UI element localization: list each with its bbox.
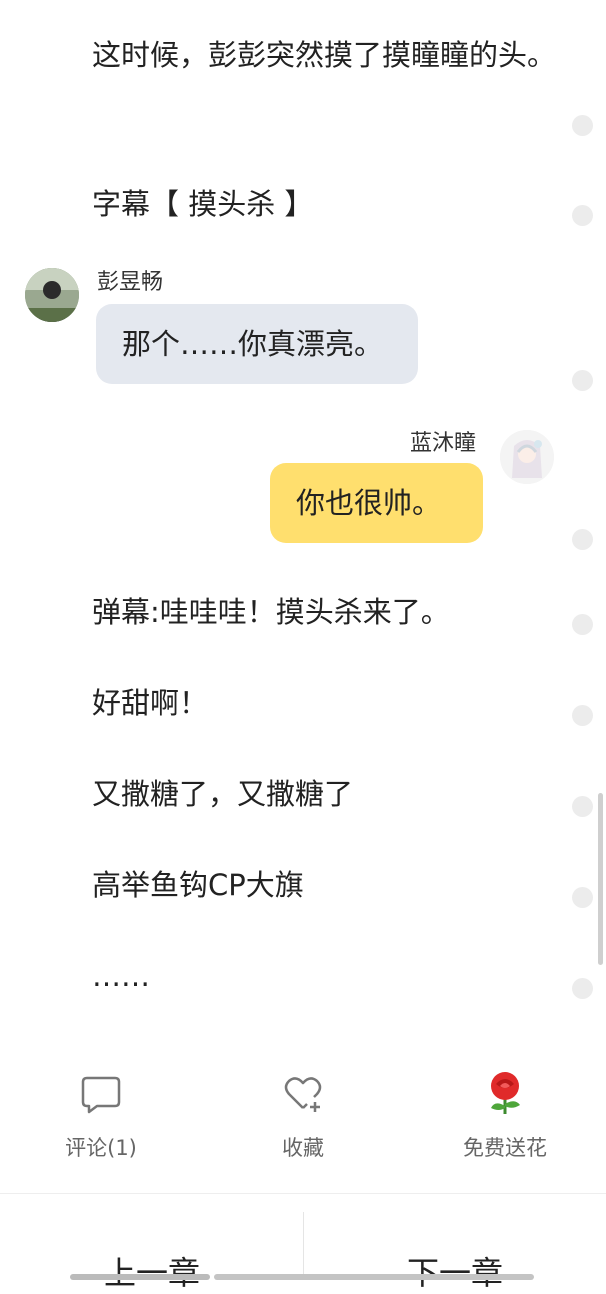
divider (303, 1212, 304, 1280)
story-line: 高举鱼钩CP大旗 (92, 868, 304, 902)
prev-chapter-button[interactable]: 上一章 (52, 1248, 252, 1294)
paragraph-comment-dot[interactable] (572, 887, 593, 908)
paragraph-comment-dot[interactable] (572, 705, 593, 726)
paragraph-comment-dot[interactable] (572, 978, 593, 999)
avatar[interactable] (25, 268, 79, 322)
paragraph-comment-dot[interactable] (572, 370, 593, 391)
avatar-photo-icon (25, 268, 79, 322)
paragraph-comment-dot[interactable] (572, 614, 593, 635)
paragraph-comment-dot[interactable] (572, 205, 593, 226)
story-line: 好甜啊！ (92, 686, 209, 720)
avatar-illustration-icon (500, 430, 554, 484)
scrollbar[interactable] (598, 793, 603, 965)
comment-label: 评论(1) (65, 1136, 137, 1160)
paragraph-comment-dot[interactable] (572, 529, 593, 550)
favorite-label: 收藏 (282, 1136, 324, 1160)
heart-plus-icon (284, 1077, 322, 1112)
story-line: 弹幕:哇哇哇！摸头杀来了。 (92, 595, 450, 629)
next-chapter-button[interactable]: 下一章 (355, 1248, 555, 1294)
rose-icon (491, 1072, 520, 1114)
story-paragraph: 这时候，彭彭突然摸了摸瞳瞳的头。 (92, 38, 557, 72)
story-line: 又撒糖了，又撒糖了 (92, 777, 354, 811)
avatar[interactable] (500, 430, 554, 484)
nav-indicator (70, 1274, 210, 1280)
chat-sender-name: 彭昱畅 (97, 270, 164, 295)
speech-bubble-icon (81, 1076, 121, 1114)
chat-sender-name: 蓝沐瞳 (410, 431, 477, 456)
story-paragraph: 字幕【 摸头杀 】 (92, 187, 314, 221)
divider (0, 1193, 606, 1194)
paragraph-comment-dot[interactable] (572, 796, 593, 817)
flower-label: 免费送花 (463, 1136, 547, 1160)
chat-bubble: 你也很帅。 (270, 463, 483, 543)
paragraph-comment-dot[interactable] (572, 115, 593, 136)
nav-indicator (214, 1274, 534, 1280)
chat-bubble: 那个……你真漂亮。 (96, 304, 418, 384)
story-line: …… (92, 959, 150, 993)
